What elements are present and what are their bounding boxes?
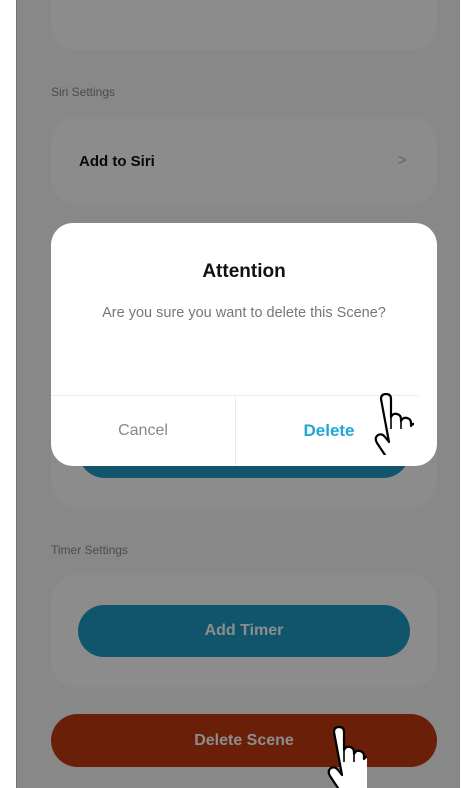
hand-pointer-icon [327, 726, 367, 788]
cancel-button[interactable]: Cancel [51, 395, 235, 466]
dialog-title: Attention [202, 261, 286, 282]
dialog-message: Are you sure you want to delete this Sce… [102, 305, 386, 321]
hand-pointer-icon [374, 393, 414, 455]
